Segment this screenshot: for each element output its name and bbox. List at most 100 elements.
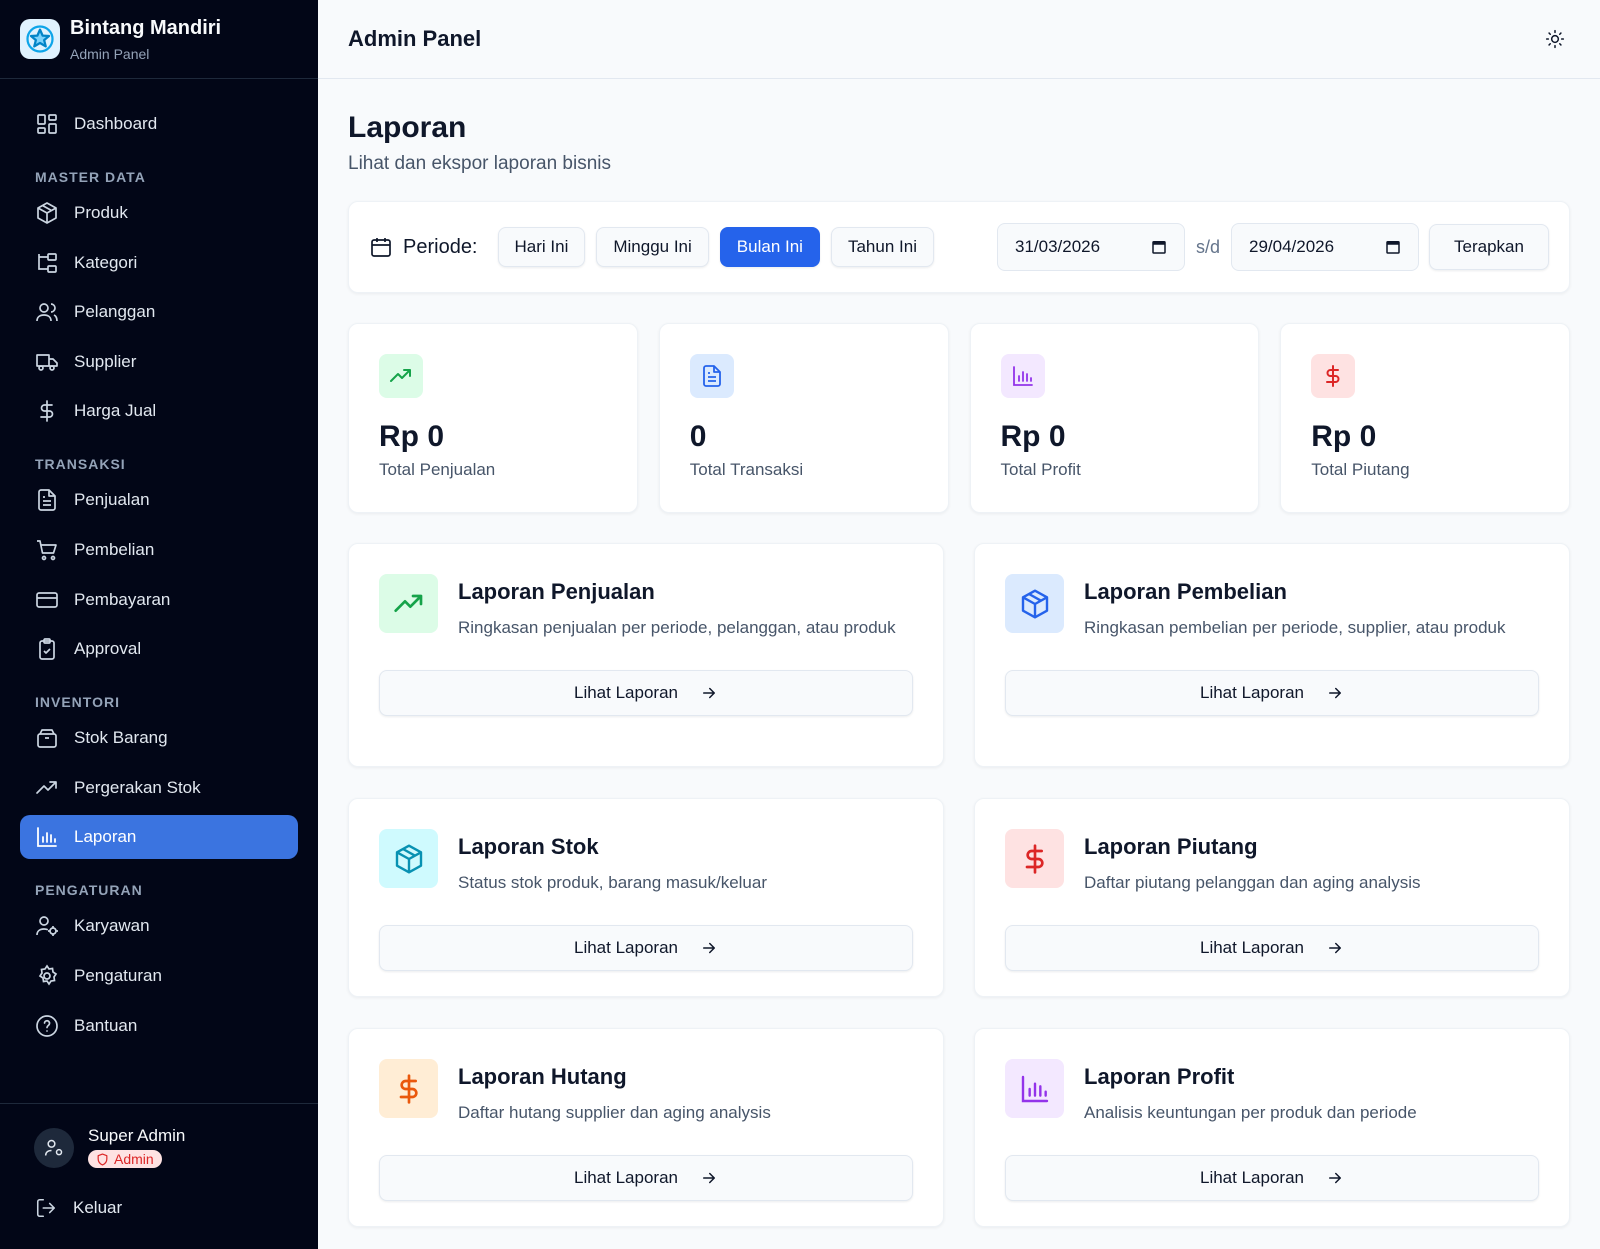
clipboard-check-icon: [39, 638, 55, 661]
sidebar-item-karyawan[interactable]: Karyawan: [20, 904, 298, 948]
sidebar-item-label: Pembayaran: [74, 589, 171, 609]
arrow-right-icon: [1328, 1172, 1341, 1184]
sidebar-item-label: Harga Jual: [74, 401, 157, 421]
star-logo-icon: [20, 19, 60, 59]
sidebar-item-produk[interactable]: Produk: [20, 191, 298, 235]
report-card-pembelian: Laporan Pembelian Ringkasan pembelian pe…: [974, 543, 1570, 767]
view-report-button[interactable]: Lihat Laporan: [379, 1155, 913, 1201]
sidebar-item-label: Laporan: [74, 827, 137, 847]
view-report-button[interactable]: Lihat Laporan: [1005, 925, 1539, 971]
logout-label: Keluar: [73, 1197, 123, 1217]
sidebar-item-bantuan[interactable]: Bantuan: [20, 1004, 298, 1048]
section-master-data: MASTER DATA: [35, 169, 146, 185]
period-week-button[interactable]: Minggu Ini: [596, 227, 709, 267]
start-date-input[interactable]: 31/03/2026: [996, 223, 1185, 271]
arrow-right-icon: [702, 687, 715, 699]
period-year-button[interactable]: Tahun Ini: [830, 227, 934, 267]
sidebar-item-label: Pembelian: [74, 539, 155, 559]
box-icon: [37, 729, 57, 749]
period-today-button[interactable]: Hari Ini: [497, 227, 586, 267]
report-title: Laporan Pembelian: [1084, 579, 1287, 604]
end-date-value: 29/04/2026: [1249, 237, 1335, 256]
sidebar-item-label: Pengaturan: [74, 965, 162, 985]
page-subtitle: Lihat dan ekspor laporan bisnis: [348, 153, 612, 174]
shield-icon: [97, 1152, 108, 1166]
top-header: Admin Panel: [318, 0, 1600, 79]
report-title: Laporan Penjualan: [458, 579, 655, 604]
sidebar-item-pengaturan[interactable]: Pengaturan: [20, 954, 298, 998]
sidebar-item-laporan[interactable]: Laporan: [20, 815, 298, 860]
button-label: Lihat Laporan: [1200, 1168, 1304, 1187]
sidebar-item-pelanggan[interactable]: Pelanggan: [20, 290, 298, 334]
credit-card-icon: [36, 591, 58, 608]
period-month-button[interactable]: Bulan Ini: [719, 227, 820, 267]
end-date-input[interactable]: 29/04/2026: [1231, 223, 1419, 271]
report-card-profit: Laporan Profit Analisis keuntungan per p…: [974, 1028, 1570, 1227]
sidebar-item-dashboard[interactable]: Dashboard: [20, 102, 298, 146]
help-circle-icon: [36, 1014, 58, 1037]
truck-icon: [36, 353, 58, 371]
sidebar-item-label: Kategori: [74, 252, 138, 272]
report-title: Laporan Profit: [1084, 1064, 1235, 1089]
settings-icon: [38, 964, 58, 986]
sidebar-item-label: Karyawan: [74, 916, 150, 936]
calendar-icon: [371, 238, 391, 257]
package-icon: [1005, 574, 1064, 633]
sidebar-item-kategori[interactable]: Kategori: [20, 241, 298, 285]
stat-value: Rp 0: [1311, 420, 1377, 453]
arrow-right-icon: [1328, 942, 1341, 954]
dollar-icon: [379, 1059, 438, 1118]
dollar-icon: [1005, 829, 1064, 888]
sidebar-item-stok-barang[interactable]: Stok Barang: [20, 716, 298, 760]
user-cog-icon: [36, 916, 58, 937]
users-icon: [36, 303, 58, 322]
sidebar-item-approval[interactable]: Approval: [20, 627, 298, 671]
sidebar-item-harga-jual[interactable]: Harga Jual: [20, 389, 298, 433]
stat-label: Total Piutang: [1311, 460, 1410, 479]
arrow-right-icon: [702, 942, 715, 954]
view-report-button[interactable]: Lihat Laporan: [1005, 1155, 1539, 1201]
calendar-icon[interactable]: [1384, 238, 1402, 256]
calendar-icon[interactable]: [1150, 238, 1168, 256]
sidebar-item-label: Pergerakan Stok: [74, 777, 201, 797]
sidebar-item-pergerakan-stok[interactable]: Pergerakan Stok: [20, 766, 298, 810]
report-title: Laporan Stok: [458, 834, 599, 859]
sidebar-item-supplier[interactable]: Supplier: [20, 340, 298, 384]
report-description: Ringkasan penjualan per periode, pelangg…: [458, 618, 896, 637]
period-label-text: Periode:: [403, 235, 478, 258]
file-text-icon: [689, 354, 734, 398]
page-title: Laporan: [348, 111, 467, 144]
user-profile[interactable]: Super Admin Admin: [0, 1104, 318, 1171]
user-name: Super Admin: [88, 1126, 186, 1145]
view-report-button[interactable]: Lihat Laporan: [379, 925, 913, 971]
button-label: Lihat Laporan: [574, 938, 678, 957]
period-label: Periode:: [369, 235, 478, 259]
button-label: Lihat Laporan: [574, 683, 678, 702]
section-transaksi: TRANSAKSI: [35, 456, 126, 473]
dollar-icon: [40, 400, 54, 423]
trending-up-icon: [379, 574, 438, 633]
theme-toggle-button[interactable]: [1540, 24, 1570, 54]
report-card-piutang: Laporan Piutang Daftar piutang pelanggan…: [974, 798, 1570, 997]
apply-button[interactable]: Terapkan: [1429, 224, 1549, 270]
report-description: Daftar hutang supplier dan aging analysi…: [458, 1103, 771, 1122]
report-description: Analisis keuntungan per produk dan perio…: [1084, 1103, 1417, 1122]
brand-subtitle: Admin Panel: [70, 45, 150, 62]
period-filter: Periode: Hari Ini Minggu Ini Bulan Ini T…: [348, 201, 1570, 293]
file-text-icon: [38, 489, 56, 512]
sidebar-item-pembayaran[interactable]: Pembayaran: [20, 578, 298, 622]
dashboard-icon: [37, 114, 57, 134]
report-title: Laporan Piutang: [1084, 834, 1258, 859]
brand[interactable]: Bintang Mandiri Admin Panel: [0, 0, 318, 79]
view-report-button[interactable]: Lihat Laporan: [1005, 670, 1539, 716]
sidebar-footer: Super Admin Admin Keluar: [0, 1103, 318, 1249]
section-pengaturan: PENGATURAN: [35, 882, 143, 899]
view-report-button[interactable]: Lihat Laporan: [379, 670, 913, 716]
sidebar-item-penjualan[interactable]: Penjualan: [20, 478, 298, 522]
logout-button[interactable]: Keluar: [0, 1197, 318, 1219]
report-card-hutang: Laporan Hutang Daftar hutang supplier da…: [348, 1028, 944, 1227]
sidebar-item-pembelian[interactable]: Pembelian: [20, 528, 298, 572]
sidebar-item-label: Approval: [74, 639, 142, 659]
dollar-icon: [1311, 354, 1356, 398]
report-title: Laporan Hutang: [458, 1064, 627, 1089]
